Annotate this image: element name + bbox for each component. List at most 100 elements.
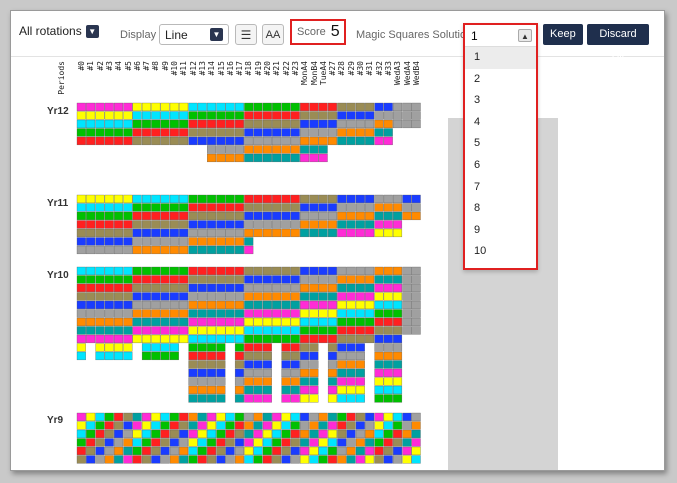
- timetable-cell: [132, 266, 142, 276]
- timetable-cell: [272, 275, 282, 284]
- timetable-cell: [411, 266, 421, 276]
- timetable-cell: [290, 343, 300, 352]
- timetable-cell: [309, 368, 319, 378]
- chevron-down-icon: ▼: [85, 24, 99, 38]
- timetable-cell: [104, 245, 114, 255]
- timetable-cell: [411, 300, 421, 310]
- timetable-cell: [151, 455, 161, 464]
- timetable-cell: [160, 421, 170, 430]
- timetable-cell: [123, 429, 133, 439]
- timetable-cell: [290, 394, 300, 403]
- chevron-down-icon: ▼: [210, 28, 223, 41]
- timetable-cell: [86, 136, 96, 146]
- timetable-cell: [244, 394, 254, 403]
- timetable-cell: [225, 412, 235, 422]
- timetable-cell: [309, 421, 319, 430]
- solution-option[interactable]: 2: [465, 69, 536, 91]
- timetable-cell: [244, 385, 254, 395]
- timetable-cell: [272, 421, 282, 430]
- timetable-cell: [383, 275, 393, 284]
- timetable-cell: [281, 446, 291, 456]
- timetable-cell: [374, 438, 384, 447]
- timetable-cell: [374, 334, 384, 344]
- timetable-cell: [393, 446, 403, 456]
- timetable-cell: [281, 438, 291, 447]
- solution-option[interactable]: 7: [465, 177, 536, 199]
- timetable-cell: [179, 455, 189, 464]
- timetable-cell: [281, 300, 291, 310]
- font-size-button[interactable]: AA: [262, 24, 284, 45]
- solution-select[interactable]: 1 ▲: [465, 25, 536, 47]
- timetable-cell: [411, 203, 421, 212]
- timetable-cell: [355, 394, 365, 403]
- timetable-cell: [290, 385, 300, 395]
- timetable-cell: [123, 237, 133, 246]
- timetable-cell: [244, 153, 254, 163]
- timetable-cell: [123, 211, 133, 221]
- timetable-cell: [411, 309, 421, 318]
- timetable-cell: [383, 119, 393, 129]
- solution-option[interactable]: 8: [465, 198, 536, 220]
- timetable-cell: [393, 266, 403, 276]
- timetable-cell: [141, 136, 151, 146]
- timetable-cell: [160, 351, 170, 361]
- timetable-cell: [411, 429, 421, 439]
- timetable-cell: [141, 351, 151, 361]
- timetable-cell: [383, 220, 393, 229]
- timetable-cell: [197, 228, 207, 238]
- timetable-cell: [318, 455, 328, 464]
- timetable-cell: [290, 438, 300, 447]
- timetable-cell: [216, 136, 226, 146]
- timetable-cell: [86, 102, 96, 112]
- timetable-cell: [179, 220, 189, 229]
- timetable-cell: [262, 111, 272, 120]
- solution-dropdown[interactable]: 1 ▲ 1 2 3 4 5 6 7 8 9 10: [463, 23, 538, 270]
- rotations-select[interactable]: All rotations ▼: [19, 24, 99, 38]
- solution-option[interactable]: 1: [465, 47, 536, 69]
- solution-option[interactable]: 3: [465, 90, 536, 112]
- solution-option[interactable]: 9: [465, 220, 536, 242]
- discard-all-button[interactable]: Discard All: [587, 24, 649, 61]
- timetable-cell: [346, 292, 356, 301]
- timetable-cell: [114, 245, 124, 255]
- timetable-cell: [179, 275, 189, 284]
- keep-button[interactable]: Keep: [543, 24, 583, 45]
- solution-option[interactable]: 4: [465, 112, 536, 134]
- timetable-cell: [160, 412, 170, 422]
- timetable-cell: [281, 275, 291, 284]
- timetable-cell: [383, 368, 393, 378]
- timetable-cell: [160, 455, 170, 464]
- timetable-cell: [393, 360, 403, 369]
- timetable-cell: [207, 111, 217, 120]
- timetable-cell: [104, 446, 114, 456]
- timetable-cell: [290, 455, 300, 464]
- timetable-cell: [309, 283, 319, 293]
- timetable-cell: [169, 228, 179, 238]
- timetable-cell: [244, 343, 254, 352]
- timetable-cell: [300, 228, 310, 238]
- timetable-cell: [141, 102, 151, 112]
- timetable-cell: [76, 128, 86, 137]
- timetable-cell: [169, 326, 179, 335]
- list-view-button[interactable]: ☰: [235, 24, 257, 45]
- timetable-cell: [188, 136, 198, 146]
- timetable-cell: [151, 292, 161, 301]
- solution-option[interactable]: 5: [465, 133, 536, 155]
- timetable-cell: [337, 429, 347, 439]
- timetable-cell: [95, 194, 105, 204]
- timetable-cell: [383, 317, 393, 327]
- timetable-cell: [207, 228, 217, 238]
- timetable-cell: [300, 283, 310, 293]
- timetable-cell: [141, 194, 151, 204]
- timetable-cell: [114, 309, 124, 318]
- display-select[interactable]: Line ▼: [159, 24, 229, 45]
- timetable-cell: [169, 102, 179, 112]
- timetable-cell: [207, 119, 217, 129]
- timetable-cell: [197, 237, 207, 246]
- timetable-cell: [374, 228, 384, 238]
- timetable-cell: [76, 455, 86, 464]
- solution-option[interactable]: 10: [465, 241, 536, 263]
- timetable-cell: [309, 136, 319, 146]
- timetable-cell: [272, 412, 282, 422]
- solution-option[interactable]: 6: [465, 155, 536, 177]
